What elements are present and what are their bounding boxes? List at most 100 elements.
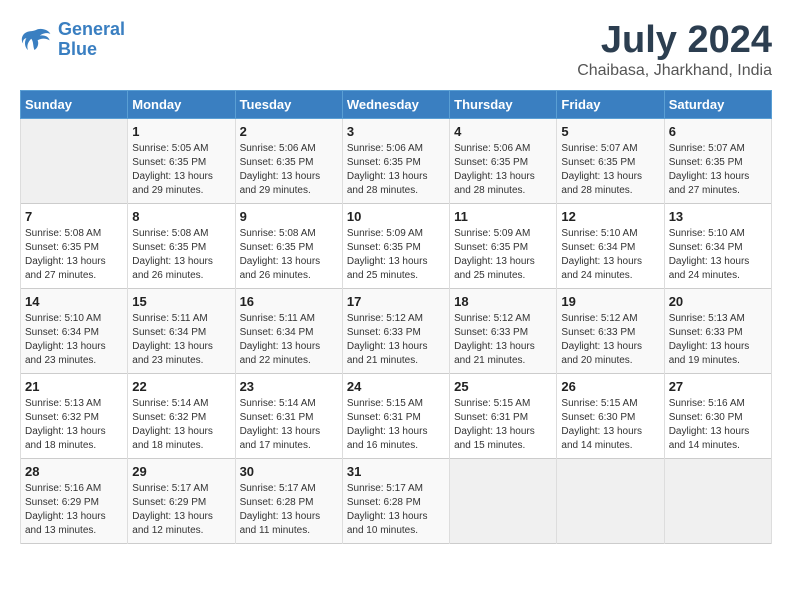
calendar-cell: 31 Sunrise: 5:17 AMSunset: 6:28 PMDaylig… (342, 458, 449, 543)
month-title: July 2024 (577, 20, 772, 62)
cell-info: Sunrise: 5:08 AMSunset: 6:35 PMDaylight:… (240, 227, 338, 283)
cell-info: Sunrise: 5:17 AMSunset: 6:29 PMDaylight:… (132, 482, 230, 538)
day-number: 20 (669, 294, 767, 309)
calendar-cell (450, 458, 557, 543)
day-number: 29 (132, 464, 230, 479)
day-number: 2 (240, 124, 338, 139)
page-header: General Blue July 2024 Chaibasa, Jharkha… (20, 20, 772, 80)
header-monday: Monday (128, 90, 235, 118)
calendar-cell: 25 Sunrise: 5:15 AMSunset: 6:31 PMDaylig… (450, 373, 557, 458)
day-number: 14 (25, 294, 123, 309)
day-number: 6 (669, 124, 767, 139)
calendar-cell: 26 Sunrise: 5:15 AMSunset: 6:30 PMDaylig… (557, 373, 664, 458)
calendar-cell: 27 Sunrise: 5:16 AMSunset: 6:30 PMDaylig… (664, 373, 771, 458)
header-row: SundayMondayTuesdayWednesdayThursdayFrid… (21, 90, 772, 118)
day-number: 10 (347, 209, 445, 224)
header-saturday: Saturday (664, 90, 771, 118)
calendar-cell: 16 Sunrise: 5:11 AMSunset: 6:34 PMDaylig… (235, 288, 342, 373)
calendar-cell: 2 Sunrise: 5:06 AMSunset: 6:35 PMDayligh… (235, 118, 342, 203)
day-number: 19 (561, 294, 659, 309)
header-friday: Friday (557, 90, 664, 118)
day-number: 11 (454, 209, 552, 224)
day-number: 8 (132, 209, 230, 224)
cell-info: Sunrise: 5:14 AMSunset: 6:32 PMDaylight:… (132, 397, 230, 453)
calendar-cell: 11 Sunrise: 5:09 AMSunset: 6:35 PMDaylig… (450, 203, 557, 288)
calendar-cell: 24 Sunrise: 5:15 AMSunset: 6:31 PMDaylig… (342, 373, 449, 458)
calendar-cell: 21 Sunrise: 5:13 AMSunset: 6:32 PMDaylig… (21, 373, 128, 458)
calendar-cell: 3 Sunrise: 5:06 AMSunset: 6:35 PMDayligh… (342, 118, 449, 203)
calendar-cell: 29 Sunrise: 5:17 AMSunset: 6:29 PMDaylig… (128, 458, 235, 543)
cell-info: Sunrise: 5:16 AMSunset: 6:29 PMDaylight:… (25, 482, 123, 538)
calendar-cell (664, 458, 771, 543)
cell-info: Sunrise: 5:11 AMSunset: 6:34 PMDaylight:… (132, 312, 230, 368)
calendar-cell: 15 Sunrise: 5:11 AMSunset: 6:34 PMDaylig… (128, 288, 235, 373)
cell-info: Sunrise: 5:10 AMSunset: 6:34 PMDaylight:… (25, 312, 123, 368)
day-number: 4 (454, 124, 552, 139)
day-number: 15 (132, 294, 230, 309)
cell-info: Sunrise: 5:08 AMSunset: 6:35 PMDaylight:… (25, 227, 123, 283)
calendar-cell: 23 Sunrise: 5:14 AMSunset: 6:31 PMDaylig… (235, 373, 342, 458)
calendar-table: SundayMondayTuesdayWednesdayThursdayFrid… (20, 90, 772, 544)
calendar-cell: 6 Sunrise: 5:07 AMSunset: 6:35 PMDayligh… (664, 118, 771, 203)
title-block: July 2024 Chaibasa, Jharkhand, India (577, 20, 772, 80)
day-number: 9 (240, 209, 338, 224)
cell-info: Sunrise: 5:06 AMSunset: 6:35 PMDaylight:… (347, 142, 445, 198)
cell-info: Sunrise: 5:11 AMSunset: 6:34 PMDaylight:… (240, 312, 338, 368)
day-number: 17 (347, 294, 445, 309)
calendar-cell: 10 Sunrise: 5:09 AMSunset: 6:35 PMDaylig… (342, 203, 449, 288)
calendar-cell: 19 Sunrise: 5:12 AMSunset: 6:33 PMDaylig… (557, 288, 664, 373)
cell-info: Sunrise: 5:09 AMSunset: 6:35 PMDaylight:… (347, 227, 445, 283)
cell-info: Sunrise: 5:17 AMSunset: 6:28 PMDaylight:… (347, 482, 445, 538)
day-number: 16 (240, 294, 338, 309)
logo: General Blue (20, 20, 125, 60)
cell-info: Sunrise: 5:10 AMSunset: 6:34 PMDaylight:… (669, 227, 767, 283)
logo-icon (20, 26, 52, 54)
cell-info: Sunrise: 5:12 AMSunset: 6:33 PMDaylight:… (561, 312, 659, 368)
cell-info: Sunrise: 5:15 AMSunset: 6:31 PMDaylight:… (454, 397, 552, 453)
day-number: 31 (347, 464, 445, 479)
day-number: 27 (669, 379, 767, 394)
calendar-cell: 17 Sunrise: 5:12 AMSunset: 6:33 PMDaylig… (342, 288, 449, 373)
calendar-cell: 13 Sunrise: 5:10 AMSunset: 6:34 PMDaylig… (664, 203, 771, 288)
calendar-cell: 12 Sunrise: 5:10 AMSunset: 6:34 PMDaylig… (557, 203, 664, 288)
logo-text: General Blue (58, 20, 125, 60)
cell-info: Sunrise: 5:06 AMSunset: 6:35 PMDaylight:… (454, 142, 552, 198)
cell-info: Sunrise: 5:16 AMSunset: 6:30 PMDaylight:… (669, 397, 767, 453)
calendar-cell: 22 Sunrise: 5:14 AMSunset: 6:32 PMDaylig… (128, 373, 235, 458)
cell-info: Sunrise: 5:14 AMSunset: 6:31 PMDaylight:… (240, 397, 338, 453)
location: Chaibasa, Jharkhand, India (577, 62, 772, 80)
cell-info: Sunrise: 5:08 AMSunset: 6:35 PMDaylight:… (132, 227, 230, 283)
day-number: 26 (561, 379, 659, 394)
cell-info: Sunrise: 5:07 AMSunset: 6:35 PMDaylight:… (561, 142, 659, 198)
calendar-cell: 1 Sunrise: 5:05 AMSunset: 6:35 PMDayligh… (128, 118, 235, 203)
calendar-cell (557, 458, 664, 543)
week-row-1: 1 Sunrise: 5:05 AMSunset: 6:35 PMDayligh… (21, 118, 772, 203)
day-number: 7 (25, 209, 123, 224)
cell-info: Sunrise: 5:15 AMSunset: 6:30 PMDaylight:… (561, 397, 659, 453)
header-sunday: Sunday (21, 90, 128, 118)
day-number: 18 (454, 294, 552, 309)
day-number: 12 (561, 209, 659, 224)
calendar-cell (21, 118, 128, 203)
cell-info: Sunrise: 5:13 AMSunset: 6:32 PMDaylight:… (25, 397, 123, 453)
day-number: 30 (240, 464, 338, 479)
calendar-cell: 30 Sunrise: 5:17 AMSunset: 6:28 PMDaylig… (235, 458, 342, 543)
day-number: 13 (669, 209, 767, 224)
week-row-3: 14 Sunrise: 5:10 AMSunset: 6:34 PMDaylig… (21, 288, 772, 373)
calendar-cell: 5 Sunrise: 5:07 AMSunset: 6:35 PMDayligh… (557, 118, 664, 203)
cell-info: Sunrise: 5:09 AMSunset: 6:35 PMDaylight:… (454, 227, 552, 283)
week-row-2: 7 Sunrise: 5:08 AMSunset: 6:35 PMDayligh… (21, 203, 772, 288)
week-row-5: 28 Sunrise: 5:16 AMSunset: 6:29 PMDaylig… (21, 458, 772, 543)
header-thursday: Thursday (450, 90, 557, 118)
day-number: 25 (454, 379, 552, 394)
day-number: 5 (561, 124, 659, 139)
calendar-cell: 20 Sunrise: 5:13 AMSunset: 6:33 PMDaylig… (664, 288, 771, 373)
cell-info: Sunrise: 5:13 AMSunset: 6:33 PMDaylight:… (669, 312, 767, 368)
day-number: 3 (347, 124, 445, 139)
day-number: 1 (132, 124, 230, 139)
day-number: 24 (347, 379, 445, 394)
header-wednesday: Wednesday (342, 90, 449, 118)
cell-info: Sunrise: 5:06 AMSunset: 6:35 PMDaylight:… (240, 142, 338, 198)
day-number: 21 (25, 379, 123, 394)
cell-info: Sunrise: 5:05 AMSunset: 6:35 PMDaylight:… (132, 142, 230, 198)
